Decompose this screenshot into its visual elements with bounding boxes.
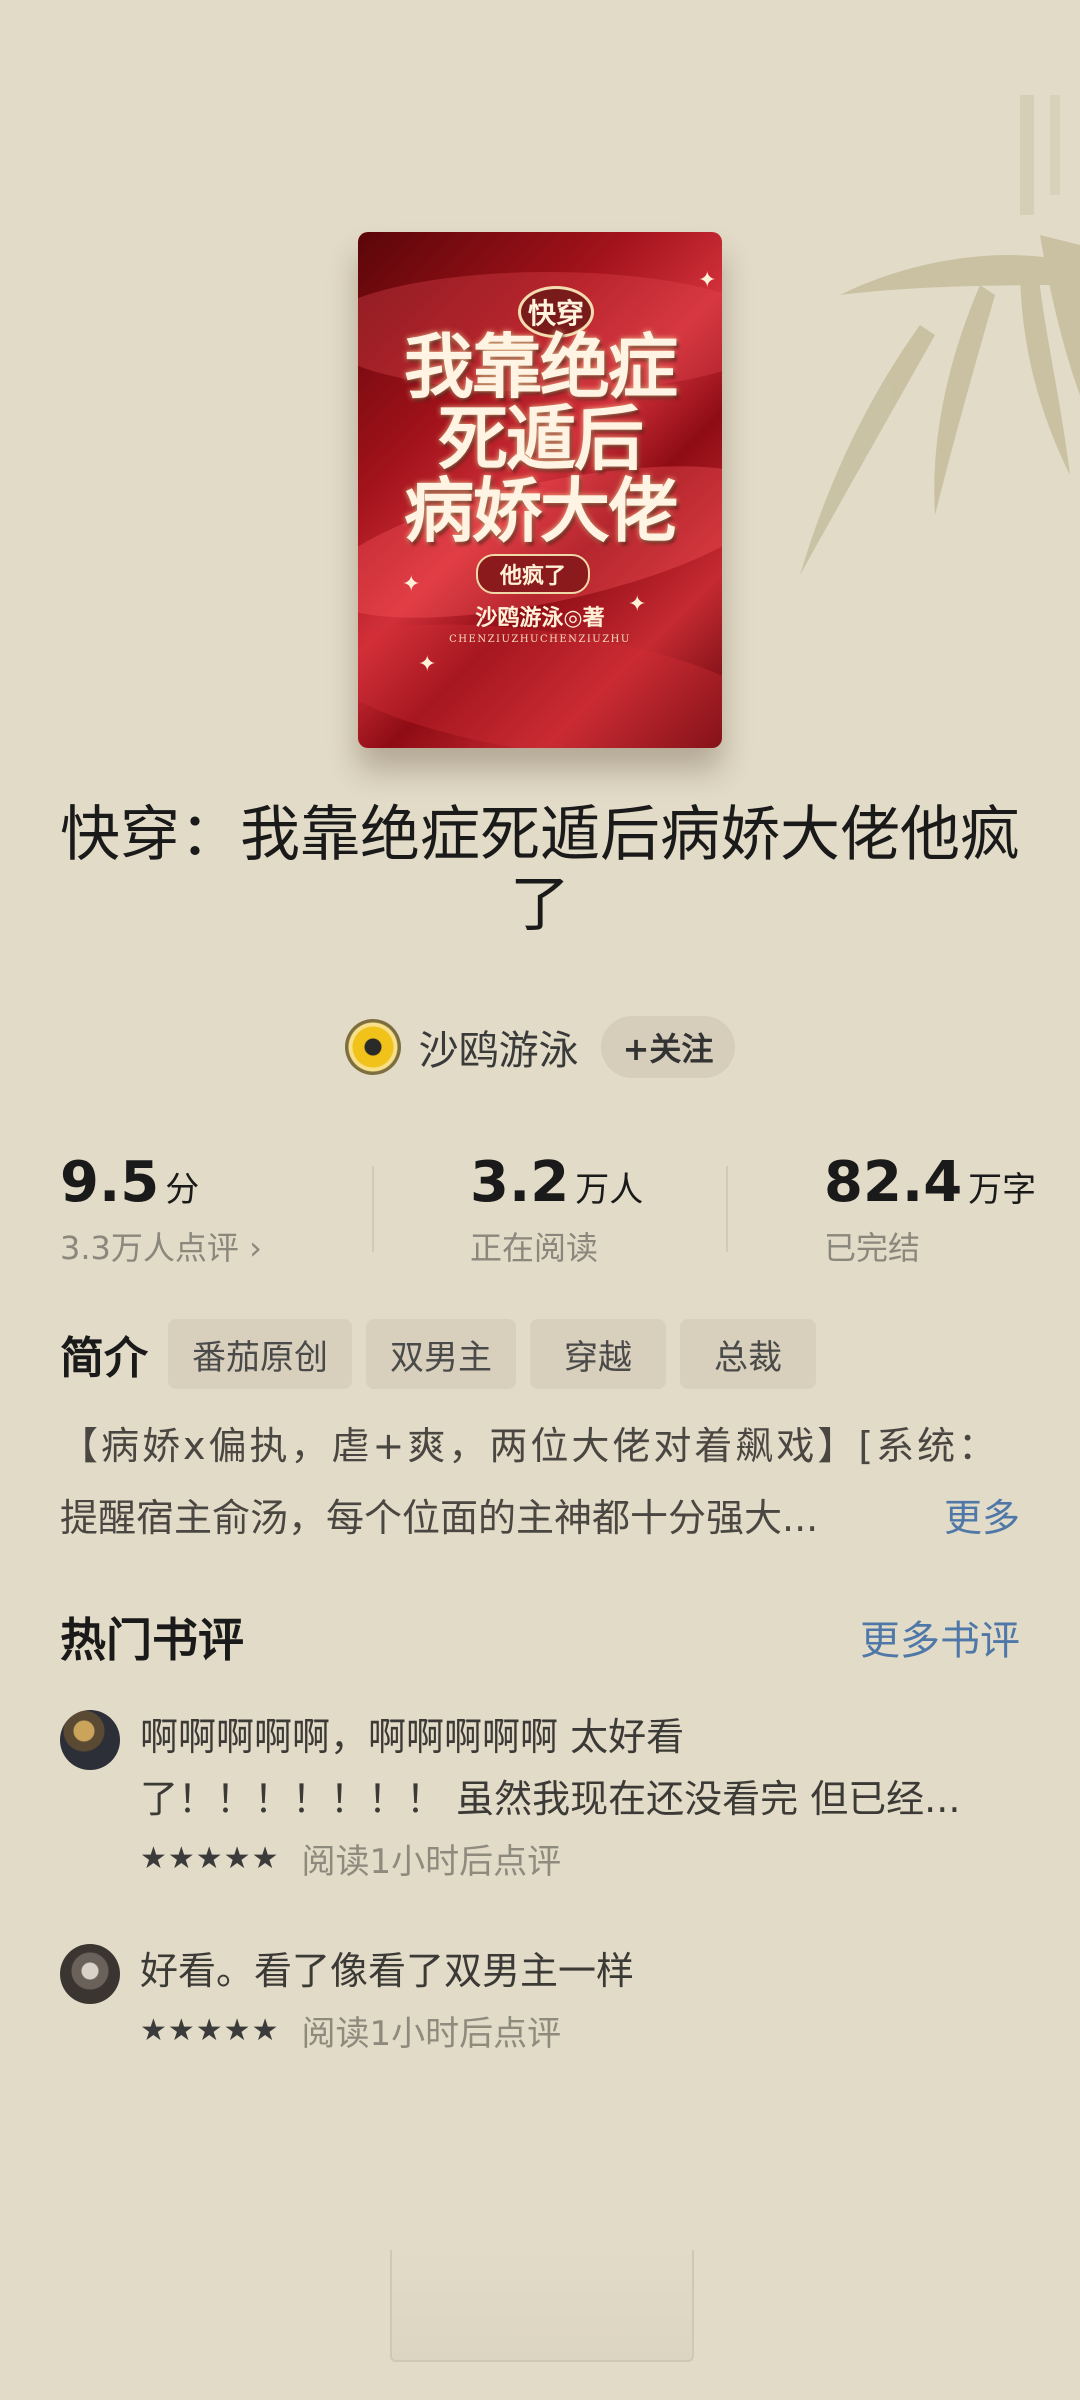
review-time: 阅读1小时后点评 [301,2014,562,2054]
intro-header: 简介 番茄原创 双男主 穿越 总裁 [60,1318,816,1390]
cover-author: 沙鸥游泳◎著 [475,605,605,631]
star-rating-icon: ★★★★★ [140,2013,280,2048]
synopsis-line: 提醒宿主俞汤，每个位面的主神都十分强大... [60,1496,819,1540]
score-value: 9.5 [60,1150,160,1215]
cover-title-line: 死遁后 [438,397,644,480]
review-text: 好看。看了像看了双男主一样 [140,1949,635,1993]
stat-divider [372,1166,374,1252]
synopsis[interactable]: 【病娇x偏执，虐+爽，两位大佬对着飙戏】[系统： 提醒宿主俞汤，每个位面的主神都… [60,1410,1020,1554]
words-stat: 82.4 万字 已完结 [824,1150,1036,1269]
reviews-header: 热门书评 更多书评 [60,1604,1020,1670]
book-cover-image: ✦ ✦ ✦ ✦ 快穿 我靠绝症 死遁后 病娇大佬 他疯了 沙鸥游泳◎著 CHEN… [358,232,722,748]
readers-stat: 3.2 万人 正在阅读 [470,1150,643,1269]
book-title: 快穿：我靠绝症死遁后病娇大佬他疯了 [60,800,1020,940]
book-cover[interactable]: ✦ ✦ ✦ ✦ 快穿 我靠绝症 死遁后 病娇大佬 他疯了 沙鸥游泳◎著 CHEN… [358,232,722,748]
sparkle-icon: ✦ [402,572,421,597]
readers-unit: 万人 [575,1170,644,1210]
star-rating-icon: ★★★★★ [140,1841,280,1876]
author-avatar[interactable] [344,1019,401,1075]
stat-divider [726,1166,728,1252]
cover-pinyin: CHENZIUZHUCHENZIUZHU [449,634,631,645]
tag-chip[interactable]: 番茄原创 [168,1319,352,1389]
synopsis-more-link[interactable]: 更多 [944,1482,1020,1554]
cover-subtitle: 他疯了 [476,554,590,594]
reviewer-avatar[interactable] [60,1944,120,2004]
sparkle-icon: ✦ [698,268,717,293]
tag-chip[interactable]: 双男主 [366,1319,516,1389]
book-stats: 9.5 分 3.3万人点评 › 3.2 万人 正在阅读 82.4 万字 已完结 [0,1150,1080,1270]
tag-chip[interactable]: 总裁 [680,1319,816,1389]
readers-value: 3.2 [470,1150,570,1215]
score-stat[interactable]: 9.5 分 3.3万人点评 › [60,1150,262,1269]
bottom-sheet-handle[interactable] [390,2250,694,2362]
bamboo-decoration [800,95,1080,575]
follow-button-label: +关注 [622,1030,714,1068]
readers-label: 正在阅读 [470,1229,599,1267]
cover-title-line: 我靠绝症 [404,325,678,408]
score-unit: 分 [165,1170,200,1210]
tag-chip[interactable]: 穿越 [530,1319,666,1389]
status-label: 已完结 [824,1229,921,1267]
reviewer-avatar[interactable] [60,1710,120,1770]
review-text: 了！！！！！！！ 虽然我现在还没看完 但已经... [140,1777,961,1821]
cover-title-line: 病娇大佬 [404,469,678,552]
words-value: 82.4 [824,1150,963,1215]
intro-label: 简介 [60,1333,148,1384]
words-unit: 万字 [968,1170,1037,1210]
review-text: 啊啊啊啊啊，啊啊啊啊啊 太好看 [140,1715,685,1759]
score-reviews-link[interactable]: 3.3万人点评 › [60,1223,262,1269]
follow-button[interactable]: +关注 [600,1016,736,1078]
sparkle-icon: ✦ [418,652,437,677]
synopsis-line: 【病娇x偏执，虐+爽，两位大佬对着飙戏】[系统： [60,1424,1000,1468]
more-reviews-link[interactable]: 更多书评 [860,1608,1020,1666]
author-row: 沙鸥游泳 +关注 [0,1014,1080,1080]
reviews-title: 热门书评 [60,1613,244,1667]
review-time: 阅读1小时后点评 [301,1842,562,1882]
author-name[interactable]: 沙鸥游泳 [419,1018,579,1076]
